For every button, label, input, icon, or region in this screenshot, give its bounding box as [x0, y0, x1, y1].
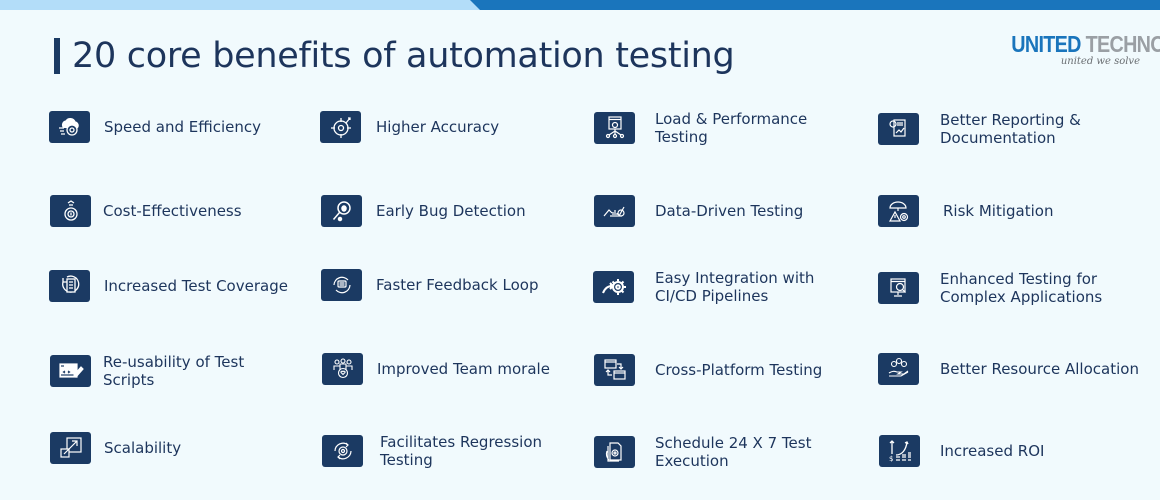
benefit-label: Speed and Efficiency [104, 118, 262, 136]
benefit-label: Re-usability of Test Scripts [103, 353, 245, 389]
benefit-label: Improved Team morale [377, 360, 550, 378]
chat-cycle-icon [321, 269, 362, 301]
benefit-item: Enhanced Testing for Complex Application… [878, 270, 1120, 306]
benefit-item: Cost-Effectiveness [50, 195, 242, 227]
logo-wordmark: UNITED TECHNO [1011, 31, 1160, 57]
top-band-dark [470, 0, 1160, 10]
benefit-item: Higher Accuracy [320, 111, 499, 143]
benefit-item: Scalability [50, 432, 181, 464]
growth-chart-dollar-icon: $ [879, 435, 920, 467]
team-heart-icon [322, 353, 363, 385]
code-card-pen-icon [50, 355, 91, 387]
benefit-label: Facilitates Regression Testing [380, 433, 543, 469]
benefit-item: Load & Performance Testing [594, 110, 815, 146]
scale-arrow-icon [50, 432, 91, 464]
benefit-item: Data-Driven Testing [594, 195, 803, 227]
magnifier-bug-icon [321, 195, 362, 227]
report-chart-icon [878, 113, 919, 145]
benefit-item: Faster Feedback Loop [321, 269, 538, 301]
benefit-label: Cross-Platform Testing [655, 361, 823, 379]
windows-swap-icon [594, 354, 635, 386]
benefit-item: Facilitates Regression Testing [322, 433, 550, 469]
arrow-gear-icon [593, 271, 634, 303]
gear-cycle-icon [322, 435, 363, 467]
document-gear-cycle-icon [594, 436, 635, 468]
monitor-search-icon [878, 272, 919, 304]
benefit-item: $ Increased ROI [879, 435, 1044, 467]
hand-coins-icon [878, 353, 919, 385]
benefit-label: Scalability [104, 439, 182, 457]
benefit-label: Load & Performance Testing [655, 110, 808, 146]
benefit-label: Higher Accuracy [376, 118, 500, 136]
benefit-label: Better Resource Allocation [940, 360, 1139, 378]
benefit-item: Increased Test Coverage [49, 270, 288, 302]
logo-word-techno: TECHNO [1085, 31, 1160, 57]
benefit-label: Cost-Effectiveness [103, 202, 242, 220]
benefit-item: Risk Mitigation [878, 195, 1053, 227]
benefit-item: Better Resource Allocation [878, 353, 1139, 385]
benefit-label: Easy Integration with CI/CD Pipelines [655, 269, 815, 305]
benefit-label: Better Reporting & Documentation [940, 111, 1081, 147]
benefit-item: Easy Integration with CI/CD Pipelines [593, 269, 815, 305]
benefit-label: Enhanced Testing for Complex Application… [940, 270, 1103, 306]
benefit-label: Faster Feedback Loop [376, 276, 539, 294]
benefit-label: Risk Mitigation [943, 202, 1054, 220]
benefit-item: Early Bug Detection [321, 195, 526, 227]
benefit-item: Speed and Efficiency [49, 111, 261, 143]
benefit-item: Schedule 24 X 7 Test Execution [594, 434, 825, 470]
target-gear-icon [320, 111, 361, 143]
data-chart-icon [594, 195, 635, 227]
brand-logo: UNITED TECHNO united we solve [990, 31, 1160, 68]
cloud-gear-speed-icon [49, 111, 90, 143]
browser-network-icon [594, 112, 635, 144]
logo-tagline: united we solve [1060, 56, 1140, 67]
benefit-label: Early Bug Detection [376, 202, 526, 220]
benefit-label: Increased Test Coverage [104, 277, 288, 295]
benefit-item: Cross-Platform Testing [594, 354, 822, 386]
title-accent-bar [54, 38, 60, 74]
benefit-item: Improved Team morale [322, 353, 550, 385]
benefit-item: Re-usability of Test Scripts [50, 353, 253, 389]
umbrella-warning-icon [878, 195, 919, 227]
svg-text:$: $ [889, 455, 893, 463]
checklist-cycle-icon [49, 270, 90, 302]
page-title: 20 core benefits of automation testing [72, 36, 735, 76]
benefit-item: Better Reporting & Documentation [878, 111, 1090, 147]
logo-word-united: UNITED [1011, 31, 1081, 57]
benefit-label: Schedule 24 X 7 Test Execution [655, 434, 812, 470]
money-bag-gear-icon [50, 195, 91, 227]
benefit-label: Data-Driven Testing [655, 202, 804, 220]
benefit-label: Increased ROI [940, 442, 1045, 460]
